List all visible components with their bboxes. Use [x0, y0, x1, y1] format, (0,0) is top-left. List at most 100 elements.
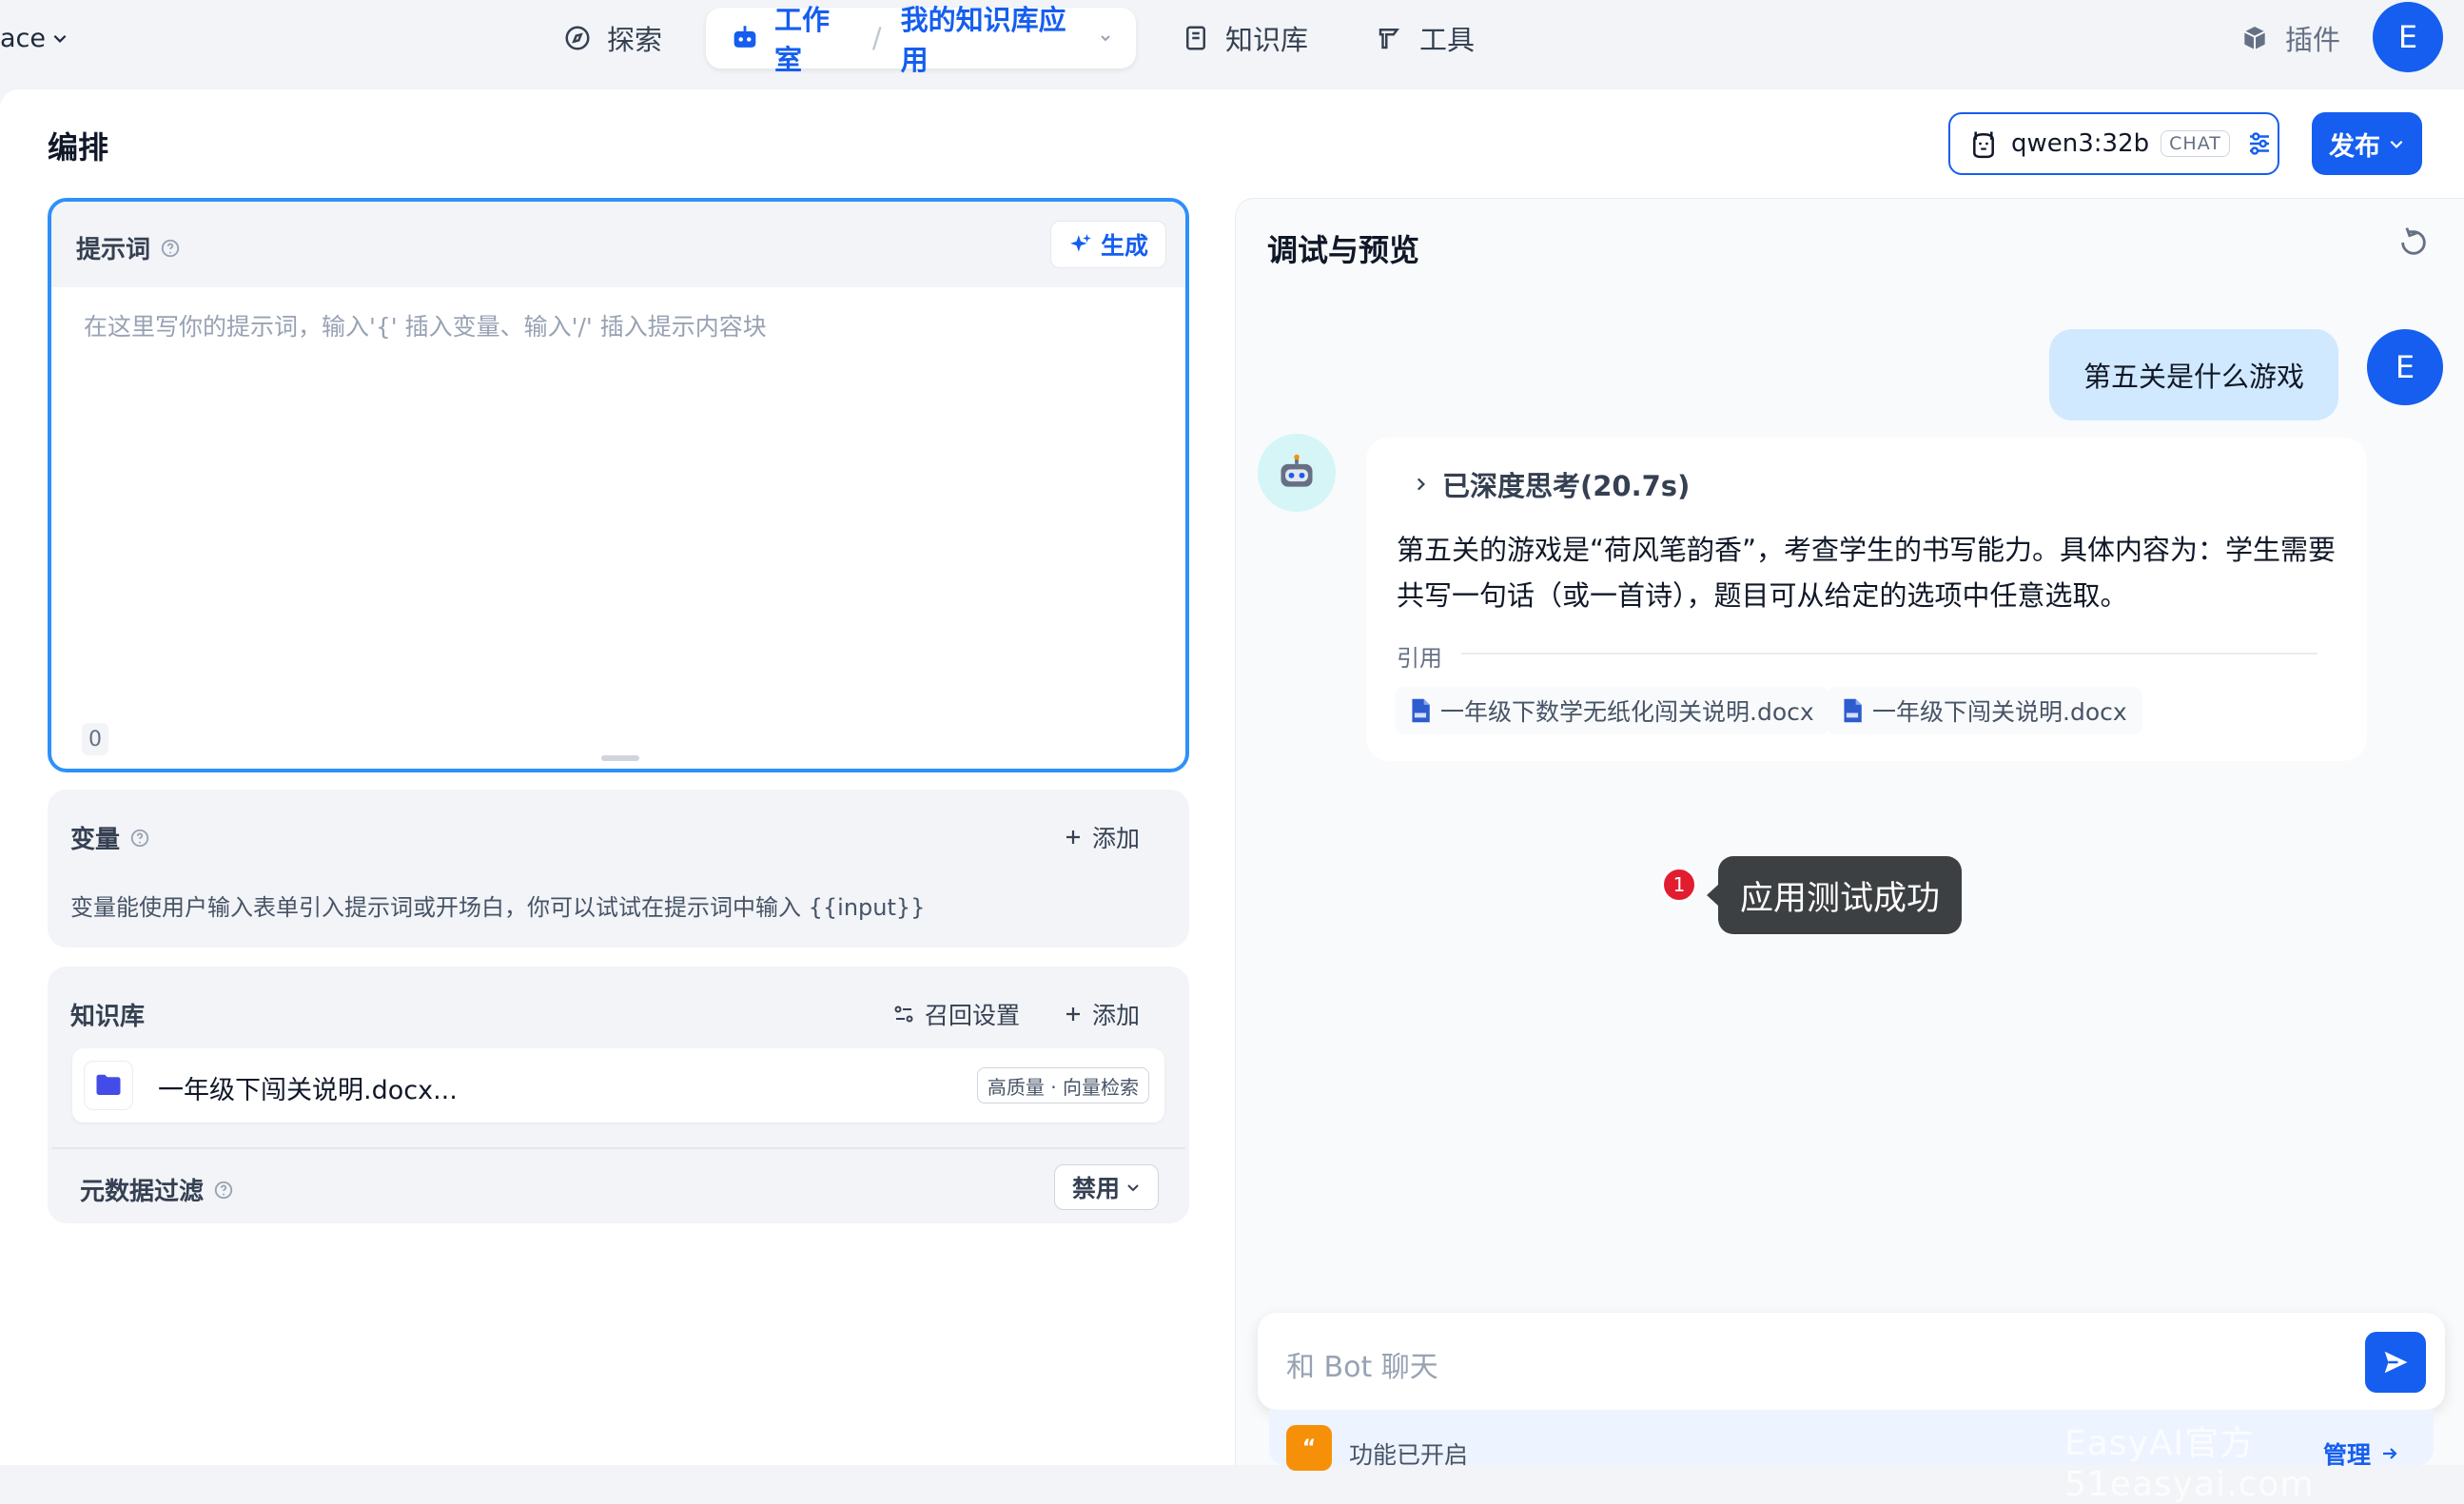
workspace-switcher[interactable]: ace — [0, 19, 68, 57]
bot-answer-text: 第五关的游戏是“荷风笔韵香”，考查学生的书写能力。具体内容为：学生需要共写一句话… — [1397, 534, 2337, 612]
send-icon — [2384, 1351, 2408, 1374]
chevron-down-icon[interactable] — [1098, 30, 1113, 46]
chevron-down-icon — [2388, 135, 2405, 152]
toast-text: 应用测试成功 — [1739, 879, 1940, 918]
docx-icon — [1410, 697, 1431, 724]
refresh-icon[interactable] — [2397, 226, 2430, 259]
variables-title-group: 变量 — [70, 820, 150, 855]
plus-icon — [1064, 1005, 1083, 1024]
citation-item[interactable]: 一年级下数学无纸化闯关说明.docx — [1395, 687, 1829, 734]
studio-breadcrumb[interactable]: 工作室 / 我的知识库应用 — [706, 4, 1136, 76]
step-badge: 1 — [1661, 867, 1697, 903]
llama-icon — [1967, 127, 2000, 161]
citation-name: 一年级下闯关说明.docx — [1872, 698, 2127, 726]
nav-plugins-label: 插件 — [2285, 24, 2341, 56]
send-button[interactable] — [2365, 1332, 2426, 1393]
add-knowledge-label: 添加 — [1092, 1002, 1141, 1029]
metadata-filter-select[interactable]: 禁用 — [1054, 1164, 1159, 1210]
variables-description: 变量能使用户输入表单引入提示词或开场白，你可以试试在提示词中输入 {{input… — [70, 894, 926, 921]
divider — [51, 1147, 1185, 1149]
metadata-filter-group: 元数据过滤 — [80, 1172, 234, 1207]
plus-icon — [1064, 828, 1083, 847]
nav-knowledge-label: 知识库 — [1225, 24, 1309, 56]
app-name[interactable]: 我的知识库应用 — [901, 0, 1085, 78]
chevron-right-icon — [1412, 476, 1429, 493]
feature-status: 功能已开启 — [1349, 1441, 1469, 1469]
nav-studio-label[interactable]: 工作室 — [774, 0, 853, 78]
sparkle-icon — [1068, 232, 1093, 257]
add-knowledge-button[interactable]: 添加 — [1064, 997, 1140, 1031]
user-avatar: E — [2367, 329, 2443, 405]
citation-divider — [1461, 653, 2317, 654]
retrieval-mode-badge: 高质量 · 向量检索 — [976, 1067, 1149, 1104]
metadata-filter-label: 元数据过滤 — [80, 1178, 205, 1206]
user-message-text: 第五关是什么游戏 — [2083, 361, 2304, 393]
help-icon[interactable] — [160, 238, 181, 259]
chat-input-box[interactable]: 和 Bot 聊天 — [1258, 1313, 2445, 1410]
chevron-down-icon — [1125, 1180, 1141, 1195]
docx-icon — [1842, 697, 1863, 724]
knowledge-item[interactable]: 一年级下闯关说明.docx... 高质量 · 向量检索 — [72, 1048, 1164, 1123]
help-icon[interactable] — [213, 1180, 234, 1201]
prompt-input[interactable]: 在这里写你的提示词，输入'{' 插入变量、输入'/' 插入提示内容块 — [84, 308, 767, 342]
chevron-down-icon — [51, 29, 68, 47]
knowledge-title: 知识库 — [70, 1003, 146, 1031]
page-title: 编排 — [48, 129, 109, 166]
sliders-icon[interactable] — [2245, 129, 2274, 158]
settings-icon — [892, 1003, 915, 1025]
quote-icon: “ — [1286, 1425, 1332, 1471]
avatar-letter: E — [2397, 19, 2418, 55]
bot-avatar — [1258, 434, 1336, 512]
publish-button[interactable]: 发布 — [2312, 112, 2422, 175]
recall-settings-button[interactable]: 召回设置 — [892, 997, 1020, 1031]
add-variable-button[interactable]: 添加 — [1064, 820, 1140, 854]
cube-icon — [2239, 23, 2270, 53]
thinking-label: 已深度思考(20.7s) — [1442, 470, 1691, 502]
chat-input[interactable]: 和 Bot 聊天 — [1286, 1343, 1438, 1385]
resize-handle[interactable] — [601, 755, 639, 761]
filter-value: 禁用 — [1071, 1175, 1120, 1202]
nav-explore[interactable]: 探索 — [563, 15, 662, 61]
nav-tools[interactable]: 工具 — [1376, 15, 1475, 61]
generate-label: 生成 — [1100, 232, 1148, 260]
thinking-toggle[interactable]: 已深度思考(20.7s) — [1412, 464, 1690, 504]
bot-message-bubble: 已深度思考(20.7s) 第五关的游戏是“荷风笔韵香”，考查学生的书写能力。具体… — [1366, 438, 2367, 761]
prompt-label-group: 提示词 — [76, 230, 181, 265]
variables-section — [48, 790, 1189, 947]
nav-plugins[interactable]: 插件 — [2239, 15, 2340, 61]
nav-knowledge[interactable]: 知识库 — [1182, 15, 1308, 61]
generate-button[interactable]: 生成 — [1049, 221, 1166, 268]
folder-icon — [84, 1061, 133, 1110]
variables-title: 变量 — [70, 826, 121, 854]
book-icon — [1182, 24, 1210, 52]
add-variable-label: 添加 — [1092, 825, 1141, 852]
recall-settings-label: 召回设置 — [925, 1002, 1021, 1029]
avatar-letter: E — [2395, 349, 2415, 385]
nav-tools-label: 工具 — [1419, 24, 1476, 56]
breadcrumb-separator: / — [871, 22, 882, 54]
help-icon[interactable] — [129, 828, 150, 849]
prompt-label: 提示词 — [76, 236, 151, 264]
debug-title: 调试与预览 — [1267, 232, 1420, 268]
prompt-editor[interactable]: 提示词 生成 在这里写你的提示词，输入'{' 插入变量、输入'/' 插入提示内容… — [48, 198, 1189, 772]
hammer-icon — [1376, 24, 1404, 52]
success-toast: 应用测试成功 — [1707, 856, 1962, 934]
nav-explore-label: 探索 — [607, 24, 663, 56]
user-avatar[interactable]: E — [2373, 2, 2443, 72]
model-type-badge: CHAT — [2161, 130, 2230, 157]
citation-name: 一年级下数学无纸化闯关说明.docx — [1440, 698, 1814, 726]
citation-label: 引用 — [1397, 645, 1442, 672]
user-message-bubble: 第五关是什么游戏 — [2049, 329, 2338, 420]
explore-icon — [563, 24, 592, 52]
prompt-header — [51, 202, 1185, 287]
model-name: qwen3:32b — [2011, 129, 2150, 158]
citation-item[interactable]: 一年级下闯关说明.docx — [1827, 687, 2142, 734]
robot-icon — [729, 22, 761, 54]
workspace-label: ace — [0, 23, 47, 53]
watermark: EasyAI官方51easyai.com — [2064, 1424, 2315, 1504]
publish-label: 发布 — [2329, 131, 2380, 162]
model-selector[interactable]: qwen3:32b CHAT — [1948, 112, 2279, 175]
knowledge-item-name: 一年级下闯关说明.docx... — [158, 1076, 458, 1105]
robot-icon — [1281, 454, 1313, 487]
char-count: 0 — [82, 723, 108, 755]
